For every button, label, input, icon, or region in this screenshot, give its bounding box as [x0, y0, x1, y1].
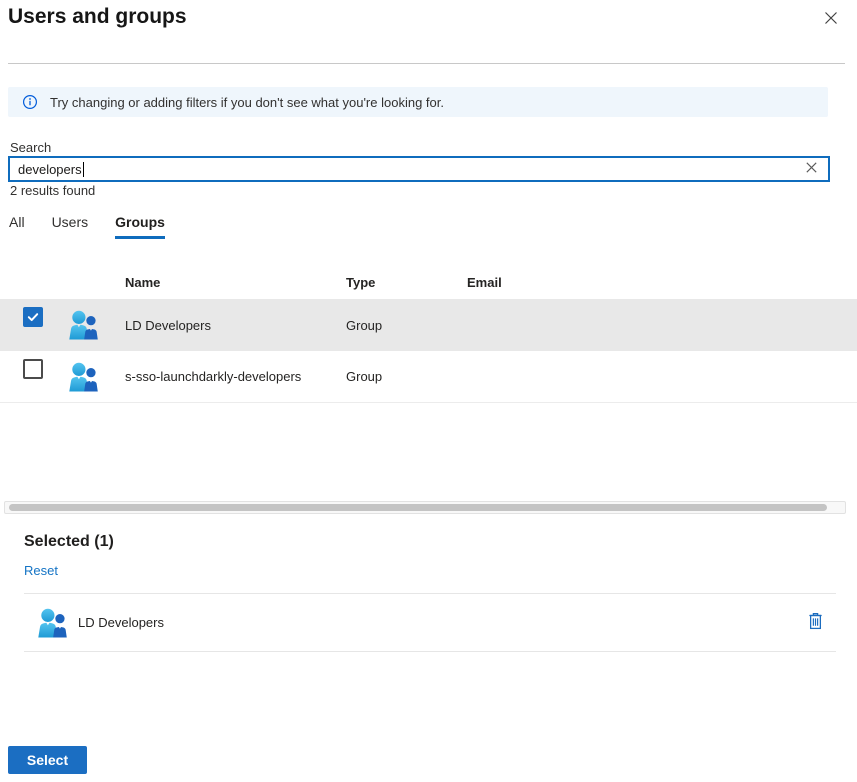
tab-bar: All Users Groups — [9, 214, 165, 239]
search-input[interactable]: developers — [8, 156, 830, 182]
group-icon — [35, 606, 68, 640]
tab-groups[interactable]: Groups — [115, 214, 165, 239]
search-input-value: developers — [18, 162, 82, 177]
selected-heading: Selected (1) — [24, 533, 114, 551]
tab-all[interactable]: All — [9, 214, 25, 239]
trash-icon — [807, 612, 824, 633]
close-icon — [823, 10, 839, 29]
row-checkbox-unchecked[interactable] — [23, 359, 43, 379]
table-row[interactable]: LD Developers Group — [0, 299, 857, 351]
tab-users[interactable]: Users — [52, 214, 89, 239]
results-table: Name Type Email — [0, 266, 857, 403]
selected-item-row: LD Developers — [24, 593, 836, 652]
row-type: Group — [346, 318, 467, 333]
row-name: s-sso-launchdarkly-developers — [125, 369, 346, 384]
select-button[interactable]: Select — [8, 746, 87, 774]
search-label: Search — [10, 140, 51, 155]
header-divider — [8, 63, 845, 64]
column-header-type: Type — [346, 275, 467, 290]
text-caret — [83, 162, 84, 177]
horizontal-scrollbar[interactable] — [4, 501, 846, 514]
group-icon — [66, 360, 99, 394]
clear-search-button[interactable] — [802, 160, 820, 178]
row-type: Group — [346, 369, 467, 384]
table-row[interactable]: s-sso-launchdarkly-developers Group — [0, 351, 857, 403]
clear-icon — [804, 160, 819, 178]
results-count: 2 results found — [10, 183, 95, 198]
scrollbar-thumb[interactable] — [9, 504, 827, 511]
info-icon — [22, 94, 38, 110]
column-header-email: Email — [467, 275, 857, 290]
reset-link[interactable]: Reset — [24, 563, 58, 578]
remove-selected-button[interactable] — [804, 612, 826, 634]
row-name: LD Developers — [125, 318, 346, 333]
info-banner: Try changing or adding filters if you do… — [8, 87, 828, 117]
selected-item-name: LD Developers — [78, 615, 164, 630]
info-banner-text: Try changing or adding filters if you do… — [50, 95, 444, 110]
group-icon — [66, 308, 99, 342]
users-and-groups-panel: Users and groups Try changing or adding … — [0, 0, 857, 782]
row-checkbox-checked[interactable] — [23, 307, 43, 327]
column-header-name: Name — [125, 275, 346, 290]
close-button[interactable] — [820, 8, 842, 30]
table-header: Name Type Email — [0, 266, 857, 299]
page-title: Users and groups — [8, 5, 187, 29]
